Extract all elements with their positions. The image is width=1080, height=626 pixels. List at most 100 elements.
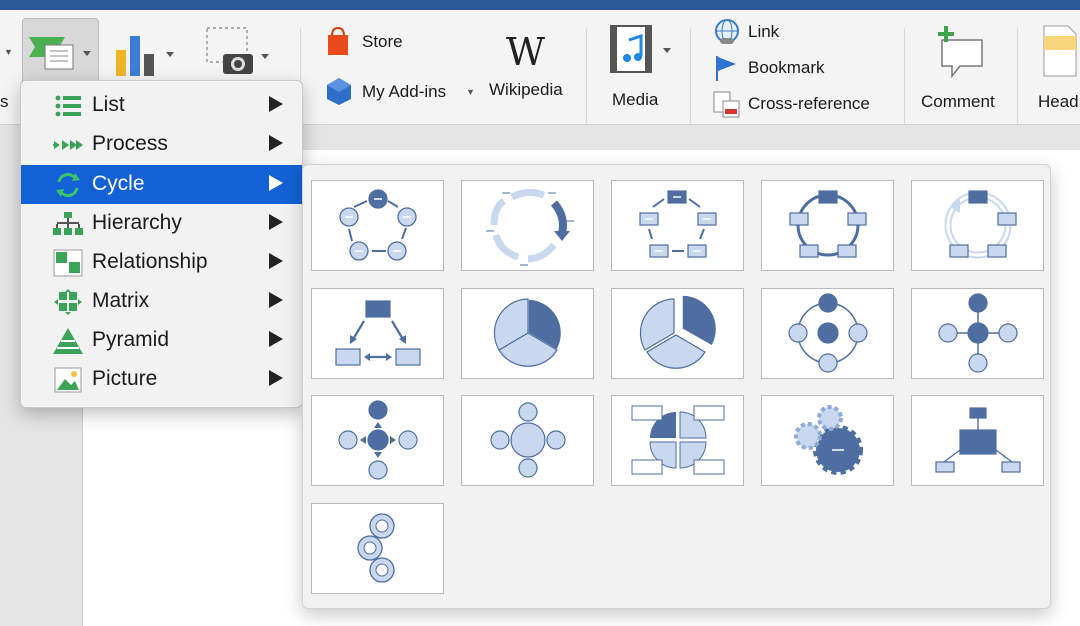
media-film-icon — [610, 25, 671, 73]
my-addins-button[interactable]: My Add-ins ▼ — [324, 76, 479, 108]
circle-arrow-process-icon — [357, 513, 395, 583]
segmented-pie-icon — [639, 294, 718, 369]
layout-block-cycle[interactable] — [611, 180, 744, 271]
link-globe-icon — [715, 19, 739, 44]
wikipedia-button[interactable]: W Wikipedia — [486, 24, 576, 116]
layout-basic-pie[interactable] — [461, 288, 594, 379]
submenu-arrow-icon — [269, 96, 283, 112]
layout-cycle-quadrants[interactable] — [611, 395, 744, 486]
my-addins-label: My Add-ins — [362, 82, 447, 101]
submenu-arrow-icon — [269, 253, 283, 269]
cycle-layout-gallery — [302, 164, 1051, 609]
menu-item-hierarchy[interactable]: Hierarchy — [21, 204, 302, 243]
submenu-arrow-icon — [269, 370, 283, 386]
ribbon-edge-label: s — [0, 92, 9, 111]
radial-hub-icon — [935, 407, 1021, 473]
layout-basic-cycle[interactable] — [311, 180, 444, 271]
gear-icon — [794, 405, 863, 475]
screenshot-icon[interactable] — [203, 24, 273, 82]
picture-icon — [54, 367, 82, 393]
comment-label: Comment — [921, 92, 995, 111]
cycle-quadrants-icon — [631, 405, 725, 475]
menu-item-process[interactable]: Process — [21, 125, 302, 164]
radial-cluster-icon — [938, 293, 1018, 373]
media-label: Media — [612, 90, 659, 109]
cross-reference-label: Cross-reference — [748, 94, 870, 113]
menu-item-label: Relationship — [92, 250, 208, 273]
cycle-icon — [56, 173, 80, 197]
layout-radial-hub[interactable] — [911, 395, 1044, 486]
layout-radial-cluster[interactable] — [911, 288, 1044, 379]
submenu-arrow-icon — [269, 214, 283, 230]
cross-reference-icon — [713, 91, 740, 118]
link-button[interactable]: Link — [712, 18, 812, 48]
addins-cube-icon — [327, 78, 351, 105]
layout-segmented-cycle[interactable] — [761, 180, 894, 271]
layout-continuous-cycle[interactable] — [911, 180, 1044, 271]
relationship-icon — [53, 249, 83, 277]
cross-reference-button[interactable]: Cross-reference — [712, 90, 892, 120]
store-bag-icon — [328, 26, 348, 55]
bookmark-flag-icon — [716, 56, 736, 81]
process-icon — [53, 140, 83, 150]
submenu-arrow-icon — [269, 135, 283, 151]
layout-gear[interactable] — [761, 395, 894, 486]
bookmark-label: Bookmark — [748, 58, 825, 77]
menu-item-label: Picture — [92, 367, 158, 390]
wikipedia-label: Wikipedia — [489, 80, 563, 99]
layout-diverging-radial[interactable] — [311, 395, 444, 486]
menu-item-pyramid[interactable]: Pyramid — [21, 321, 302, 360]
store-label: Store — [362, 32, 403, 51]
layout-basic-radial[interactable] — [761, 288, 894, 379]
menu-item-label: Matrix — [92, 289, 150, 312]
submenu-arrow-icon — [269, 292, 283, 308]
list-icon — [55, 95, 81, 117]
store-button[interactable]: Store — [324, 26, 414, 58]
basic-pie-icon — [493, 298, 563, 367]
layout-radial-venn[interactable] — [461, 395, 594, 486]
block-cycle-icon — [639, 190, 717, 258]
continuous-cycle-icon — [944, 190, 1017, 259]
text-cycle-icon — [486, 188, 574, 266]
addins-dropdown-icon: ▼ — [466, 87, 475, 97]
bookmark-button[interactable]: Bookmark — [712, 54, 852, 84]
menu-item-label: Pyramid — [92, 328, 170, 351]
menu-item-picture[interactable]: Picture — [21, 360, 302, 399]
layout-segmented-pie[interactable] — [611, 288, 744, 379]
diverging-radial-icon — [338, 400, 418, 480]
basic-radial-icon — [788, 293, 868, 373]
segmented-cycle-icon — [789, 190, 867, 258]
layout-cycle-matrix[interactable] — [311, 288, 444, 379]
smartart-button[interactable] — [22, 18, 99, 86]
menu-item-label: Hierarchy — [92, 211, 182, 234]
menu-item-matrix[interactable]: Matrix — [21, 282, 302, 321]
pyramid-icon — [53, 328, 83, 354]
dropdown-arrow-icon[interactable]: ▼ — [4, 47, 13, 57]
header-button[interactable]: Head — [1036, 22, 1080, 116]
menu-item-list[interactable]: List — [21, 86, 302, 125]
menu-item-relationship[interactable]: Relationship — [21, 243, 302, 282]
header-page-icon — [1043, 25, 1077, 77]
cycle-matrix-icon — [335, 300, 421, 366]
layout-text-cycle[interactable] — [461, 180, 594, 271]
menu-item-label: Cycle — [92, 172, 145, 195]
radial-venn-icon — [490, 402, 566, 478]
submenu-arrow-icon — [269, 175, 283, 191]
link-label: Link — [748, 22, 780, 41]
hierarchy-icon — [53, 212, 83, 235]
menu-item-label: Process — [92, 132, 168, 155]
comment-button[interactable]: Comment — [918, 22, 1006, 116]
submenu-arrow-icon — [269, 331, 283, 347]
menu-item-label: List — [92, 93, 125, 116]
comment-icon — [938, 26, 983, 78]
basic-cycle-icon — [339, 189, 417, 261]
layout-circle-arrow-process[interactable] — [311, 503, 444, 594]
chart-icon[interactable] — [112, 28, 182, 80]
media-button[interactable]: Media — [603, 20, 683, 114]
menu-item-cycle[interactable]: Cycle — [21, 165, 302, 204]
smartart-icon — [29, 37, 91, 70]
wikipedia-icon: W — [506, 30, 546, 74]
title-bar — [0, 0, 1080, 10]
smartart-category-menu: List Process Cycle Hierarchy Relationshi… — [20, 80, 303, 408]
header-label: Head — [1038, 92, 1079, 111]
